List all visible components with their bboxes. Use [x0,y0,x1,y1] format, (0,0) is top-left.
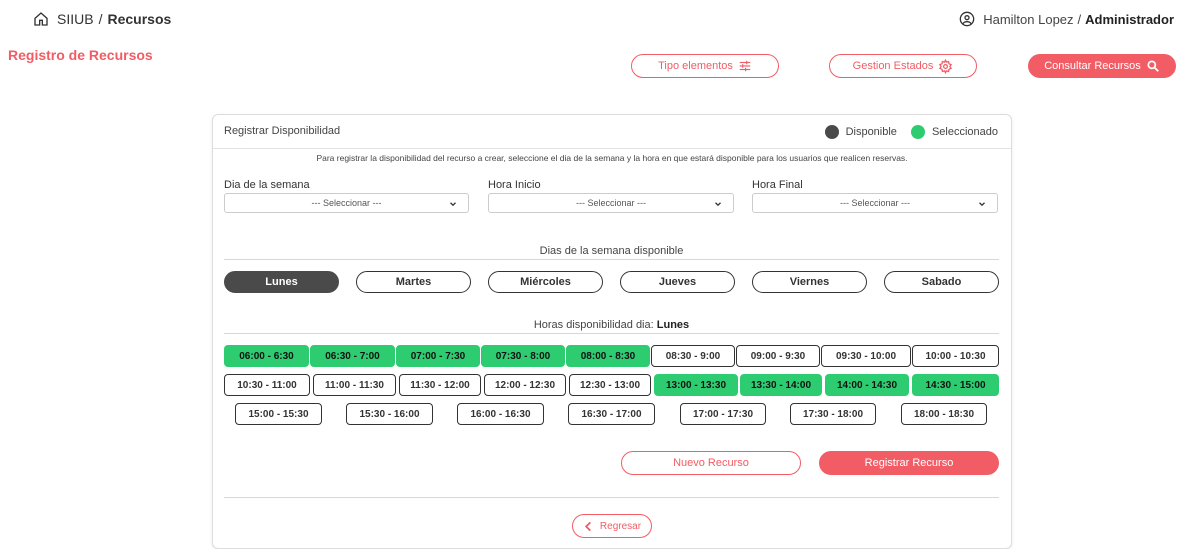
selected-dot-icon [910,125,925,139]
user-circle-icon [959,11,975,27]
consultar-recursos-button[interactable]: Consultar Recursos [1028,54,1176,78]
hours-title-day: Lunes [656,319,690,331]
end-select[interactable]: --- Seleccionar --- [752,193,998,213]
hour-slot-button[interactable]: 09:30 - 10:00 [821,345,911,367]
end-select-value: --- Seleccionar --- [839,198,910,208]
chevron-left-icon [584,521,591,531]
available-dot-icon [824,125,839,139]
search-icon [1147,60,1159,72]
legend: Disponible Seleccionado [824,125,998,139]
availability-card: Registrar Disponibilidad Disponible Sele… [212,114,1012,549]
gestion-estados-button[interactable]: Gestion Estados [829,54,977,78]
day-button[interactable]: Sabado [884,271,999,293]
regresar-label: Regresar [599,520,642,532]
regresar-button[interactable]: Regresar [572,514,652,538]
nuevo-recurso-label: Nuevo Recurso [673,457,749,469]
hour-slot-button[interactable]: 07:00 - 7:30 [396,345,480,367]
day-button[interactable]: Martes [356,271,471,293]
day-select[interactable]: --- Seleccionar --- [224,193,469,213]
hour-slot-button[interactable]: 07:30 - 8:00 [481,345,565,367]
hour-slot-button[interactable]: 13:30 - 14:00 [740,374,822,396]
legend-selected: Seleccionado [931,126,998,138]
hour-slot-button[interactable]: 17:00 - 17:30 [680,403,766,425]
hour-slot-button[interactable]: 15:00 - 15:30 [235,403,322,425]
start-select-value: --- Seleccionar --- [575,198,646,208]
hour-slot-button[interactable]: 17:30 - 18:00 [790,403,876,425]
divider [224,333,999,334]
chevron-down-icon [450,202,456,207]
day-button[interactable]: Viernes [752,271,867,293]
sliders-icon [739,60,751,72]
hour-slot-button[interactable]: 08:00 - 8:30 [566,345,650,367]
user-info[interactable]: Hamilton Lopez / Administrador [959,11,1174,27]
hour-slot-button[interactable]: 15:30 - 16:00 [346,403,433,425]
breadcrumb: SIIUB / Recursos [33,11,171,27]
chevron-down-icon [715,202,721,207]
divider [224,497,999,498]
tipo-elementos-label: Tipo elementos [658,60,733,72]
user-name: Hamilton Lopez [983,11,1074,27]
registrar-recurso-button[interactable]: Registrar Recurso [819,451,999,475]
day-button[interactable]: Miércoles [488,271,603,293]
consultar-recursos-label: Consultar Recursos [1044,60,1141,72]
start-select[interactable]: --- Seleccionar --- [488,193,734,213]
registrar-recurso-label: Registrar Recurso [864,457,954,469]
hour-slot-button[interactable]: 11:30 - 12:00 [399,374,481,396]
gear-icon [939,58,953,74]
instructions-text: Para registrar la disponibilidad del rec… [316,153,908,163]
breadcrumb-current: Recursos [107,11,172,27]
hour-slot-button[interactable]: 12:00 - 12:30 [484,374,566,396]
hour-slot-button[interactable]: 14:00 - 14:30 [825,374,909,396]
day-button[interactable]: Jueves [620,271,735,293]
hour-slot-button[interactable]: 10:00 - 10:30 [912,345,999,367]
home-icon[interactable] [33,11,49,27]
card-header: Registrar Disponibilidad Disponible Sele… [213,115,1011,149]
breadcrumb-root[interactable]: SIIUB [57,11,94,27]
breadcrumb-separator: / [98,11,103,27]
hour-slot-button[interactable]: 14:30 - 15:00 [912,374,999,396]
hour-slot-button[interactable]: 16:30 - 17:00 [568,403,655,425]
hour-slot-button[interactable]: 06:30 - 7:00 [310,345,395,367]
legend-available: Disponible [845,126,897,138]
card-title: Registrar Disponibilidad [224,125,341,137]
hour-slot-button[interactable]: 10:30 - 11:00 [224,374,310,396]
hour-slot-button[interactable]: 06:00 - 6:30 [224,345,309,367]
day-label: Dia de la semana [224,179,310,191]
end-label: Hora Final [752,179,803,191]
hour-slot-button[interactable]: 11:00 - 11:30 [313,374,396,396]
chevron-down-icon [979,202,985,207]
divider [224,259,999,260]
hour-slot-button[interactable]: 12:30 - 13:00 [569,374,651,396]
hour-slot-button[interactable]: 18:00 - 18:30 [901,403,987,425]
top-bar: SIIUB / Recursos Hamilton Lopez / Admini… [0,0,1192,40]
days-section-title: Dias de la semana disponible [539,245,684,257]
user-separator: / [1077,11,1082,27]
hours-section-title: Horas disponibilidad dia: Lunes [224,319,999,331]
hours-title-prefix: Horas disponibilidad dia: [533,319,654,331]
page-title: Registro de Recursos [8,47,153,63]
day-button[interactable]: Lunes [224,271,339,293]
gestion-estados-label: Gestion Estados [852,60,934,72]
hour-slot-button[interactable]: 16:00 - 16:30 [457,403,544,425]
hour-slot-button[interactable]: 08:30 - 9:00 [651,345,735,367]
hour-slot-button[interactable]: 09:00 - 9:30 [736,345,820,367]
nuevo-recurso-button[interactable]: Nuevo Recurso [621,451,801,475]
user-role: Administrador [1085,11,1174,27]
tipo-elementos-button[interactable]: Tipo elementos [631,54,779,78]
day-select-value: --- Seleccionar --- [311,198,382,208]
start-label: Hora Inicio [488,179,541,191]
hour-slot-button[interactable]: 13:00 - 13:30 [654,374,738,396]
